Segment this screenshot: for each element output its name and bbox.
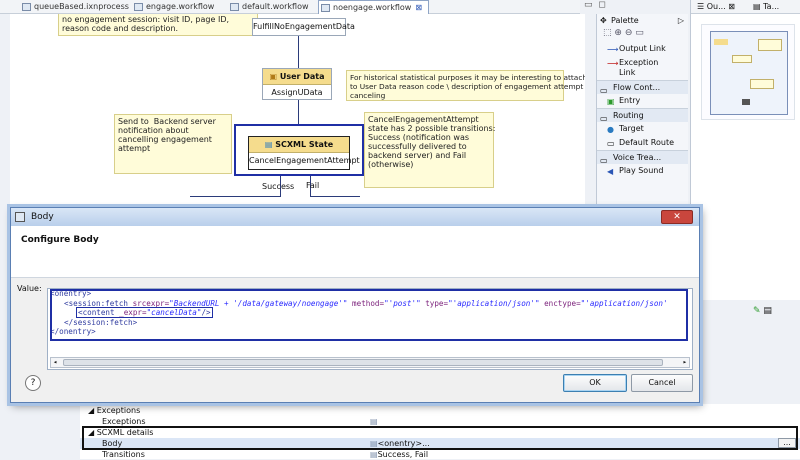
outline-icon: ☰ bbox=[697, 2, 705, 11]
output-link-icon: ⟶ bbox=[607, 45, 619, 54]
close-tab-icon[interactable]: ⊠ bbox=[415, 3, 422, 12]
help-icon[interactable]: ? bbox=[25, 375, 41, 391]
dialog-header: Configure Body bbox=[11, 226, 699, 278]
marquee-icon[interactable]: ▭ bbox=[635, 28, 644, 38]
dialog-titlebar[interactable]: Body ✕ bbox=[11, 208, 699, 226]
palette-item-default-route[interactable]: ▭ Default Route bbox=[597, 136, 688, 150]
palette-header: ✥ Palette ▷ bbox=[597, 14, 688, 28]
props-view-controls: ✎ ▤ bbox=[753, 306, 772, 316]
tab-engage[interactable]: engage.workflow bbox=[132, 0, 214, 14]
node-header: ▤ SCXML State bbox=[249, 137, 349, 153]
scroll-left-icon[interactable]: ◂ bbox=[53, 358, 57, 368]
entry-icon: ▣ bbox=[607, 97, 615, 106]
label-success: Success bbox=[262, 182, 295, 191]
outline-node bbox=[732, 55, 752, 63]
body-code-editor[interactable]: <onentry> <session:fetch srcexpr="Backen… bbox=[47, 288, 693, 370]
dialog-icon bbox=[15, 212, 25, 222]
speaker-icon: ◀ bbox=[607, 167, 614, 176]
code-highlight bbox=[50, 289, 688, 341]
palette-item-exception-link[interactable]: ⟶ Exception Link bbox=[597, 56, 688, 80]
tab-tasks[interactable]: ▤ Ta... bbox=[753, 0, 779, 14]
close-icon[interactable]: ✕ bbox=[661, 210, 693, 224]
palette-item-output-link[interactable]: ⟶ Output Link bbox=[597, 42, 688, 56]
note-engagement-session: no engagement session: visit ID, page ID… bbox=[58, 14, 258, 36]
scxml-state-highlight: ▤ SCXML State CancelEngagementAttempt bbox=[234, 124, 364, 176]
workflow-canvas[interactable]: no engagement session: visit ID, page ID… bbox=[10, 14, 585, 210]
prop-row-transitions[interactable]: Transitions ▤Success, Fail bbox=[80, 449, 800, 460]
horizontal-scrollbar[interactable]: ◂ ▸ bbox=[50, 357, 690, 368]
view-menu-icon[interactable]: ▤ bbox=[763, 306, 772, 316]
outline-node bbox=[714, 39, 728, 45]
outline-thumbnail[interactable] bbox=[701, 24, 795, 120]
zoom-in-icon[interactable]: ⊕ bbox=[614, 28, 622, 38]
folder-icon: ▭ bbox=[600, 156, 608, 165]
outline-node bbox=[750, 79, 774, 89]
body-dialog: Body ✕ Configure Body Value: <onentry> <… bbox=[10, 207, 700, 403]
default-route-icon: ▭ bbox=[607, 139, 615, 148]
value-icon: ▤ bbox=[370, 450, 378, 459]
transitions-value: ▤Success, Fail bbox=[370, 450, 429, 459]
palette-item-entry[interactable]: ▣ Entry bbox=[597, 94, 688, 108]
file-icon bbox=[22, 3, 31, 11]
select-tool-icon[interactable]: ⬚ bbox=[603, 28, 612, 38]
minimize-icon[interactable]: ▭ bbox=[584, 0, 593, 10]
user-data-icon: ▣ bbox=[269, 72, 278, 81]
properties-table: ◢ Exceptions Exceptions ▤ ◢ SCXML details… bbox=[80, 404, 800, 459]
target-icon: ● bbox=[607, 125, 614, 134]
tasks-icon: ▤ bbox=[753, 2, 761, 11]
outline-tabs: ☰ Ou... ⊠ ▤ Ta... bbox=[691, 0, 800, 14]
scxml-icon: ▤ bbox=[264, 140, 273, 149]
tab-noengage[interactable]: noengage.workflow ⊠ bbox=[318, 0, 430, 14]
outline-panel: ☰ Ou... ⊠ ▤ Ta... ✎ ▤ bbox=[690, 0, 800, 316]
cancel-button[interactable]: Cancel bbox=[631, 374, 693, 392]
scroll-right-icon[interactable]: ▸ bbox=[683, 358, 687, 368]
node-name: CancelEngagementAttempt bbox=[249, 156, 360, 165]
ok-button[interactable]: OK bbox=[563, 374, 627, 392]
palette-section-routing[interactable]: ▭ Routing bbox=[597, 108, 688, 123]
node-user-data[interactable]: ▣ User Data AssignUData bbox=[262, 68, 332, 100]
outline-node bbox=[758, 39, 782, 51]
tab-default[interactable]: default.workflow bbox=[228, 0, 309, 14]
tab-outline[interactable]: ☰ Ou... ⊠ bbox=[697, 0, 735, 14]
expand-icon[interactable]: ◢ bbox=[88, 406, 94, 415]
zoom-out-icon[interactable]: ⊖ bbox=[625, 28, 633, 38]
note-transitions: CancelEngagementAttempt state has 2 poss… bbox=[364, 112, 495, 188]
note-backend: Send to Backend server notification abou… bbox=[114, 114, 232, 174]
palette-icon: ✥ bbox=[600, 16, 607, 25]
palette-tools: ⬚ ⊕ ⊖ ▭ bbox=[597, 28, 688, 42]
tab-queuebased[interactable]: queueBased.ixnprocess bbox=[20, 0, 129, 14]
folder-icon: ▭ bbox=[600, 114, 608, 123]
editor-tab-bar: queueBased.ixnprocess engage.workflow de… bbox=[0, 0, 580, 14]
palette-section-voice-treatments[interactable]: ▭ Voice Trea... bbox=[597, 150, 688, 165]
node-scxml-state[interactable]: ▤ SCXML State CancelEngagementAttempt bbox=[248, 136, 360, 170]
label-fail: Fail bbox=[306, 181, 320, 190]
editor-window-controls: ▭ ◻ bbox=[584, 0, 620, 14]
node-fulfill-no-engagement[interactable]: FulfillNoEngagementData bbox=[252, 18, 355, 36]
properties-icon[interactable]: ✎ bbox=[753, 306, 761, 316]
folder-icon: ▭ bbox=[600, 86, 608, 95]
exception-link-icon: ⟶ bbox=[607, 59, 619, 68]
node-header: ▣ User Data bbox=[263, 69, 331, 85]
file-icon bbox=[321, 4, 330, 12]
connector-fail-line bbox=[310, 196, 360, 197]
palette-item-play-sound[interactable]: ◀ Play Sound bbox=[597, 164, 688, 178]
maximize-icon[interactable]: ◻ bbox=[598, 0, 605, 10]
palette-item-target[interactable]: ● Target bbox=[597, 122, 688, 136]
node-name: AssignUData bbox=[271, 88, 323, 97]
outline-node bbox=[742, 99, 750, 105]
palette-section-flow-control[interactable]: ▭ Flow Cont... bbox=[597, 80, 688, 95]
connector bbox=[298, 100, 299, 124]
scrollbar-thumb[interactable] bbox=[63, 359, 663, 366]
note-user-data: For historical statistical purposes it m… bbox=[346, 70, 585, 101]
palette-panel: ✥ Palette ▷ ⬚ ⊕ ⊖ ▭ ⟶ Output Link ⟶ Exceptio… bbox=[596, 14, 688, 210]
value-label: Value: bbox=[17, 284, 42, 293]
file-icon bbox=[134, 3, 143, 11]
file-icon bbox=[230, 3, 239, 11]
connector-success-line bbox=[190, 196, 281, 197]
collapse-palette-icon[interactable]: ▷ bbox=[678, 14, 684, 28]
scxml-details-highlight bbox=[82, 426, 798, 450]
prop-row-exceptions-group[interactable]: ◢ Exceptions bbox=[80, 405, 800, 416]
